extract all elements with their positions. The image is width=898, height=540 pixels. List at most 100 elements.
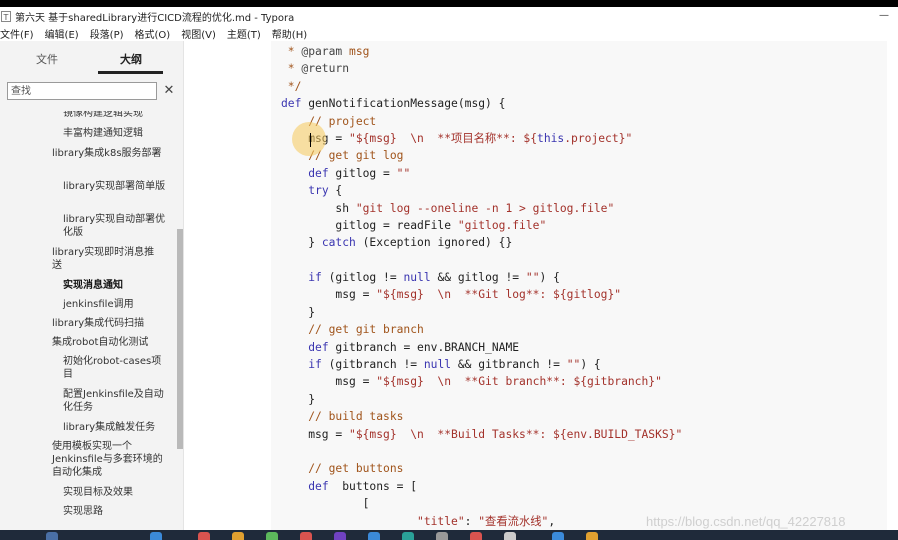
outline-item[interactable]: 初始化robot-cases项目 xyxy=(63,355,167,381)
outline-scrollbar[interactable] xyxy=(177,111,183,527)
code-token: : xyxy=(464,514,479,528)
code-token: msg = xyxy=(281,288,377,302)
title-bar: T 第六天 基于sharedLibrary进行CICD流程的优化.md - Ty… xyxy=(0,7,898,25)
menu-item[interactable]: 格式(O) xyxy=(135,26,171,41)
code-token: gitlog = readFile xyxy=(281,218,458,232)
minimize-button[interactable]: — xyxy=(870,7,898,25)
code-token: } xyxy=(281,392,316,406)
code-token: [ xyxy=(281,497,370,511)
editor-pane[interactable]: * @param msg * @return */ def genNotifica… xyxy=(271,41,887,530)
close-icon[interactable]: ✕ xyxy=(162,82,176,100)
code-token: def xyxy=(308,340,329,354)
taskbar-app-icon[interactable] xyxy=(552,532,564,540)
code-token: catch xyxy=(321,236,356,250)
code-token: "" xyxy=(525,271,540,285)
code-token: // get buttons xyxy=(308,462,404,476)
code-token: (Exception ignored) {} xyxy=(355,236,513,250)
tab-files[interactable]: 文件 xyxy=(36,51,58,67)
outline-item[interactable]: 丰富构建通知逻辑 xyxy=(63,127,167,140)
code-token: "${msg} \n **Git log**: ${gitlog}" xyxy=(376,288,622,302)
menu-item[interactable]: 帮助(H) xyxy=(272,26,307,41)
code-line: def gitlog = "" xyxy=(281,165,682,182)
outline-item[interactable]: library集成触发任务 xyxy=(63,421,167,434)
code-token: , xyxy=(548,514,556,528)
code-token: if xyxy=(308,271,322,285)
taskbar-app-icon[interactable] xyxy=(150,532,162,540)
code-line: [ xyxy=(281,495,682,512)
code-token: .project}" xyxy=(564,131,633,145)
code-line: // get git branch xyxy=(281,321,682,338)
outline-item[interactable]: library实现部署简单版 xyxy=(63,180,167,193)
code-token: msg = xyxy=(281,427,350,441)
outline-scroll-thumb[interactable] xyxy=(177,229,183,449)
code-token: this xyxy=(537,131,565,145)
editor-scrollbar[interactable] xyxy=(887,41,898,530)
taskbar-app-icon[interactable] xyxy=(586,532,598,540)
code-token: } xyxy=(281,305,316,319)
code-token: && gitlog != xyxy=(430,271,526,285)
code-token: "" xyxy=(396,166,411,180)
outline-item[interactable]: 实现目标及效果 xyxy=(63,486,167,499)
taskbar-app-icon[interactable] xyxy=(402,532,414,540)
outline-item[interactable]: jenkinsfile调用 xyxy=(63,298,167,311)
taskbar-app-icon[interactable] xyxy=(300,532,312,540)
outline-item[interactable]: library集成代码扫描 xyxy=(52,317,164,330)
code-block[interactable]: * @param msg * @return */ def genNotifica… xyxy=(281,43,682,530)
taskbar-app-icon[interactable] xyxy=(46,532,58,540)
code-token: // build tasks xyxy=(308,410,404,424)
taskbar-app-icon[interactable] xyxy=(232,532,244,540)
code-token: "gitlog.file" xyxy=(457,218,547,232)
code-line: // project xyxy=(281,113,682,130)
outline-item[interactable]: 配置Jenkinsfile及自动化任务 xyxy=(63,388,167,414)
taskbar-app-icon[interactable] xyxy=(504,532,516,540)
code-line: gitlog = readFile "gitlog.file" xyxy=(281,217,682,234)
window-title: 第六天 基于sharedLibrary进行CICD流程的优化.md - Typo… xyxy=(15,12,295,24)
code-token: } xyxy=(281,236,322,250)
code-token: // get git branch xyxy=(308,323,424,337)
outline-item[interactable]: library实现即时消息推送 xyxy=(52,246,164,272)
code-token: buttons = [ xyxy=(328,479,418,493)
screen-top-edge xyxy=(0,0,898,7)
mouse-cursor-highlight xyxy=(292,122,326,156)
code-token: */ xyxy=(281,79,302,93)
code-line: msg = "${msg} \n **Build Tasks**: ${env.… xyxy=(281,426,682,443)
code-token: "${msg} \n **项目名称**: ${ xyxy=(349,131,538,145)
editor-left-margin xyxy=(184,41,271,530)
outline-item[interactable]: 实现消息通知 xyxy=(63,279,167,292)
taskbar-app-icon[interactable] xyxy=(198,532,210,540)
code-line: def genNotificationMessage(msg) { xyxy=(281,95,682,112)
code-line: } catch (Exception ignored) {} xyxy=(281,234,682,251)
menu-item[interactable]: 文件(F) xyxy=(0,26,34,41)
tab-outline[interactable]: 大纲 xyxy=(120,51,142,67)
outline-item[interactable]: 使用模板实现一个Jenkinsfile与多套环境的自动化集成 xyxy=(52,440,164,479)
taskbar-app-icon[interactable] xyxy=(436,532,448,540)
taskbar-app-icon[interactable] xyxy=(334,532,346,540)
code-line: // get buttons xyxy=(281,460,682,477)
outline-item[interactable]: 镜像构建逻辑实现 xyxy=(63,111,167,120)
outline-item[interactable]: library实现自动部署优化版 xyxy=(63,213,167,239)
menu-item[interactable]: 主题(T) xyxy=(227,26,261,41)
menu-item[interactable]: 段落(P) xyxy=(90,26,124,41)
menu-item[interactable]: 编辑(E) xyxy=(45,26,79,41)
taskbar-app-icon[interactable] xyxy=(266,532,278,540)
taskbar-app-icon[interactable] xyxy=(470,532,482,540)
code-token: ) { xyxy=(580,358,601,372)
code-token: null xyxy=(403,271,431,285)
menu-item[interactable]: 视图(V) xyxy=(181,26,216,41)
code-token: (gitlog != xyxy=(321,271,404,285)
code-line: */ xyxy=(281,78,682,95)
taskbar-app-icon[interactable] xyxy=(368,532,380,540)
outline-item[interactable]: 集成robot自动化测试 xyxy=(52,336,164,349)
code-token: "${msg} \n **Git branch**: ${gitbranch}" xyxy=(376,375,662,389)
outline-search-input[interactable] xyxy=(7,82,157,100)
code-token: "" xyxy=(566,358,581,372)
code-token: (gitbranch != xyxy=(321,358,424,372)
code-line: if (gitlog != null && gitlog != "") { xyxy=(281,269,682,286)
outline-item[interactable]: library集成k8s服务部署 xyxy=(52,147,164,160)
code-token: gitbranch = env.BRANCH_NAME xyxy=(328,340,520,354)
